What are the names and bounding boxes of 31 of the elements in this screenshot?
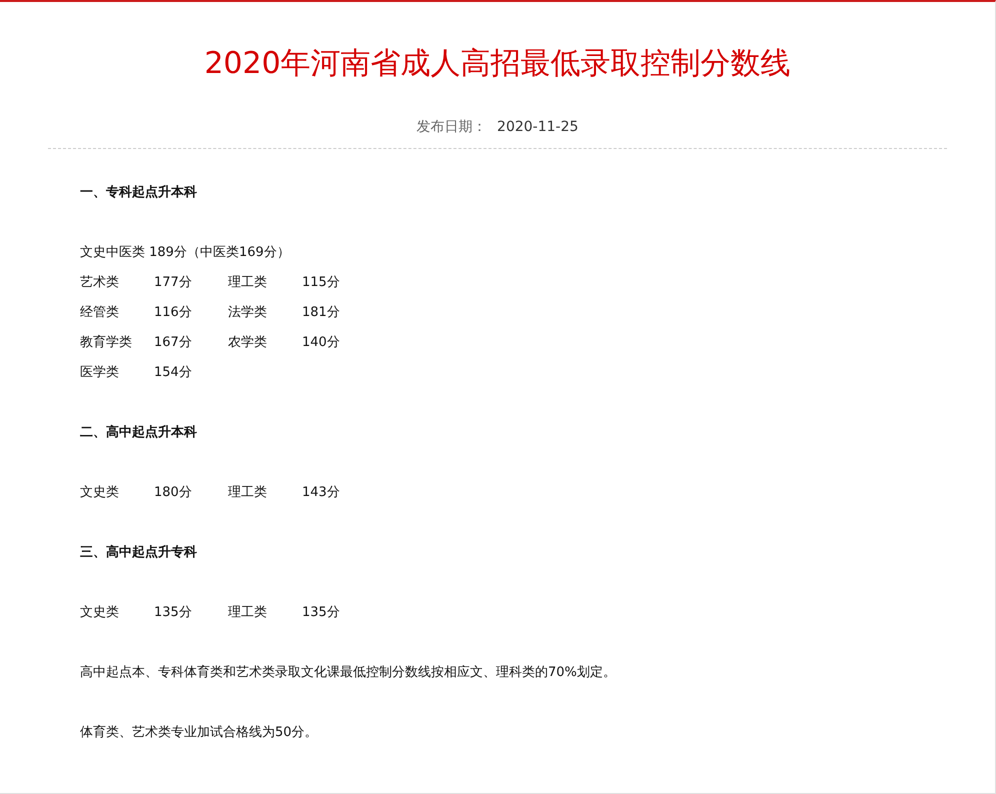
category-label: 经管类 — [80, 304, 120, 322]
article-title: 2020年河南省成人高招最低录取控制分数线 — [203, 45, 792, 83]
category-label: 文史类 — [80, 484, 120, 502]
category-label: 医学类 — [80, 364, 120, 382]
note-text: 高中起点本、专科体育类和艺术类录取文化课最低控制分数线按相应文、理科类的70%划定。 — [80, 664, 617, 682]
score-value: 177分 — [154, 274, 193, 292]
score-value: 135分 — [154, 604, 193, 622]
section-heading: 一、专科起点升本科 — [80, 184, 198, 202]
score-value: 181分 — [302, 304, 340, 322]
category-label: 艺术类 — [80, 274, 120, 292]
score-value: 167分 — [154, 334, 193, 352]
score-value: 135分 — [302, 604, 340, 622]
note-text: 体育类、艺术类专业加试合格线为50分。 — [80, 724, 319, 742]
score-value: 140分 — [302, 334, 340, 352]
section-heading: 二、高中起点升本科 — [80, 424, 198, 442]
publish-date: 2020-11-25 — [497, 119, 578, 135]
publish-label: 发布日期： — [416, 119, 487, 135]
score-value: 143分 — [302, 484, 340, 502]
score-value: 180分 — [154, 484, 193, 502]
score-value: 154分 — [154, 364, 193, 382]
category-label: 理工类 — [228, 274, 268, 292]
category-label: 文史类 — [80, 604, 120, 622]
category-label: 理工类 — [228, 484, 268, 502]
category-label: 理工类 — [228, 604, 268, 622]
section-heading: 三、高中起点升专科 — [80, 544, 198, 562]
category-label: 农学类 — [228, 334, 268, 352]
category-label: 法学类 — [228, 304, 268, 322]
score-text: 文史中医类 189分（中医类169分） — [80, 244, 290, 262]
score-value: 115分 — [302, 274, 340, 292]
category-label: 教育学类 — [80, 334, 133, 352]
score-value: 116分 — [154, 304, 193, 322]
